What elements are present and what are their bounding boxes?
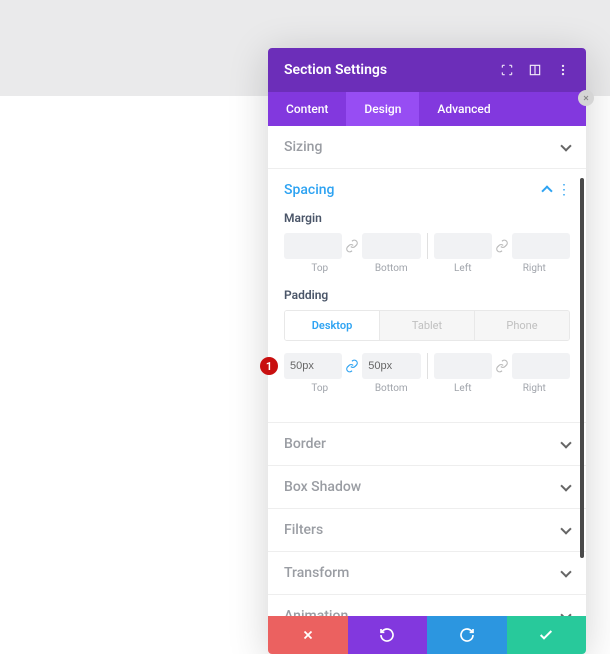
close-icon	[301, 628, 315, 642]
side-label: Top	[284, 383, 356, 394]
section-border-title: Border	[284, 436, 326, 452]
kebab-icon[interactable]	[556, 63, 570, 77]
chevron-down-icon	[560, 480, 571, 491]
section-box-shadow-header[interactable]: Box Shadow	[268, 466, 586, 508]
padding-bottom-input[interactable]	[362, 353, 420, 379]
chevron-down-icon	[560, 609, 571, 616]
undo-button[interactable]	[348, 616, 428, 654]
side-label: Right	[499, 263, 571, 274]
save-button[interactable]	[507, 616, 587, 654]
chevron-down-icon	[560, 566, 571, 577]
undo-icon	[379, 627, 395, 643]
margin-label: Margin	[284, 211, 570, 225]
chevron-down-icon	[560, 140, 571, 151]
section-spacing: Spacing ⋮ Margin	[268, 169, 586, 423]
settings-panel: Section Settings Content Design Advanced…	[268, 48, 586, 654]
section-box-shadow: Box Shadow	[268, 466, 586, 509]
section-transform-title: Transform	[284, 565, 349, 581]
section-sizing-header[interactable]: Sizing	[268, 126, 586, 168]
padding-label: Padding	[284, 288, 570, 302]
section-spacing-header[interactable]: Spacing ⋮	[268, 169, 586, 211]
margin-top-input[interactable]	[284, 233, 342, 259]
section-animation-header[interactable]: Animation	[268, 595, 586, 616]
side-label: Top	[284, 263, 356, 274]
link-icon[interactable]	[492, 353, 512, 379]
panel-header: Section Settings	[268, 48, 586, 92]
section-border: Border	[268, 423, 586, 466]
check-icon	[538, 627, 554, 643]
section-animation-title: Animation	[284, 608, 348, 616]
link-icon[interactable]	[492, 233, 512, 259]
side-label: Left	[427, 383, 499, 394]
device-tabs: Desktop Tablet Phone	[284, 310, 570, 341]
panel-footer	[268, 616, 586, 654]
section-sizing-title: Sizing	[284, 139, 322, 155]
section-border-header[interactable]: Border	[268, 423, 586, 465]
device-tab-desktop[interactable]: Desktop	[285, 311, 380, 340]
tab-advanced[interactable]: Advanced	[419, 92, 508, 126]
panel-title: Section Settings	[284, 62, 387, 78]
section-filters-header[interactable]: Filters	[268, 509, 586, 551]
section-filters: Filters	[268, 509, 586, 552]
side-label: Left	[427, 263, 499, 274]
section-sizing: Sizing	[268, 126, 586, 169]
close-panel-button[interactable]	[578, 90, 594, 106]
side-label: Right	[499, 383, 571, 394]
margin-left-input[interactable]	[434, 233, 492, 259]
chevron-down-icon	[560, 523, 571, 534]
chevron-down-icon	[560, 437, 571, 448]
padding-top-input[interactable]	[284, 353, 342, 379]
side-label: Bottom	[356, 383, 428, 394]
kebab-icon[interactable]: ⋮	[557, 182, 570, 198]
margin-right-input[interactable]	[512, 233, 570, 259]
link-icon[interactable]	[342, 353, 362, 379]
margin-inputs	[284, 233, 570, 259]
device-tab-phone[interactable]: Phone	[475, 311, 569, 340]
section-transform: Transform	[268, 552, 586, 595]
padding-inputs	[284, 353, 570, 379]
section-filters-title: Filters	[284, 522, 323, 538]
scrollbar[interactable]	[580, 178, 584, 558]
step-badge: 1	[260, 357, 278, 375]
tab-design[interactable]: Design	[346, 92, 419, 126]
padding-left-input[interactable]	[434, 353, 492, 379]
link-icon[interactable]	[342, 233, 362, 259]
redo-button[interactable]	[427, 616, 507, 654]
section-spacing-title: Spacing	[284, 182, 335, 198]
close-icon	[582, 94, 590, 102]
margin-bottom-input[interactable]	[362, 233, 420, 259]
tabs: Content Design Advanced	[268, 92, 586, 126]
panel-body: Sizing Spacing ⋮ Margin	[268, 126, 586, 616]
cancel-button[interactable]	[268, 616, 348, 654]
section-transform-header[interactable]: Transform	[268, 552, 586, 594]
section-box-shadow-title: Box Shadow	[284, 479, 361, 495]
panel-icon[interactable]	[528, 63, 542, 77]
padding-right-input[interactable]	[512, 353, 570, 379]
side-label: Bottom	[356, 263, 428, 274]
tab-content[interactable]: Content	[268, 92, 346, 126]
section-animation: Animation	[268, 595, 586, 616]
device-tab-tablet[interactable]: Tablet	[380, 311, 475, 340]
chevron-up-icon	[541, 185, 552, 196]
redo-icon	[459, 627, 475, 643]
expand-icon[interactable]	[500, 63, 514, 77]
